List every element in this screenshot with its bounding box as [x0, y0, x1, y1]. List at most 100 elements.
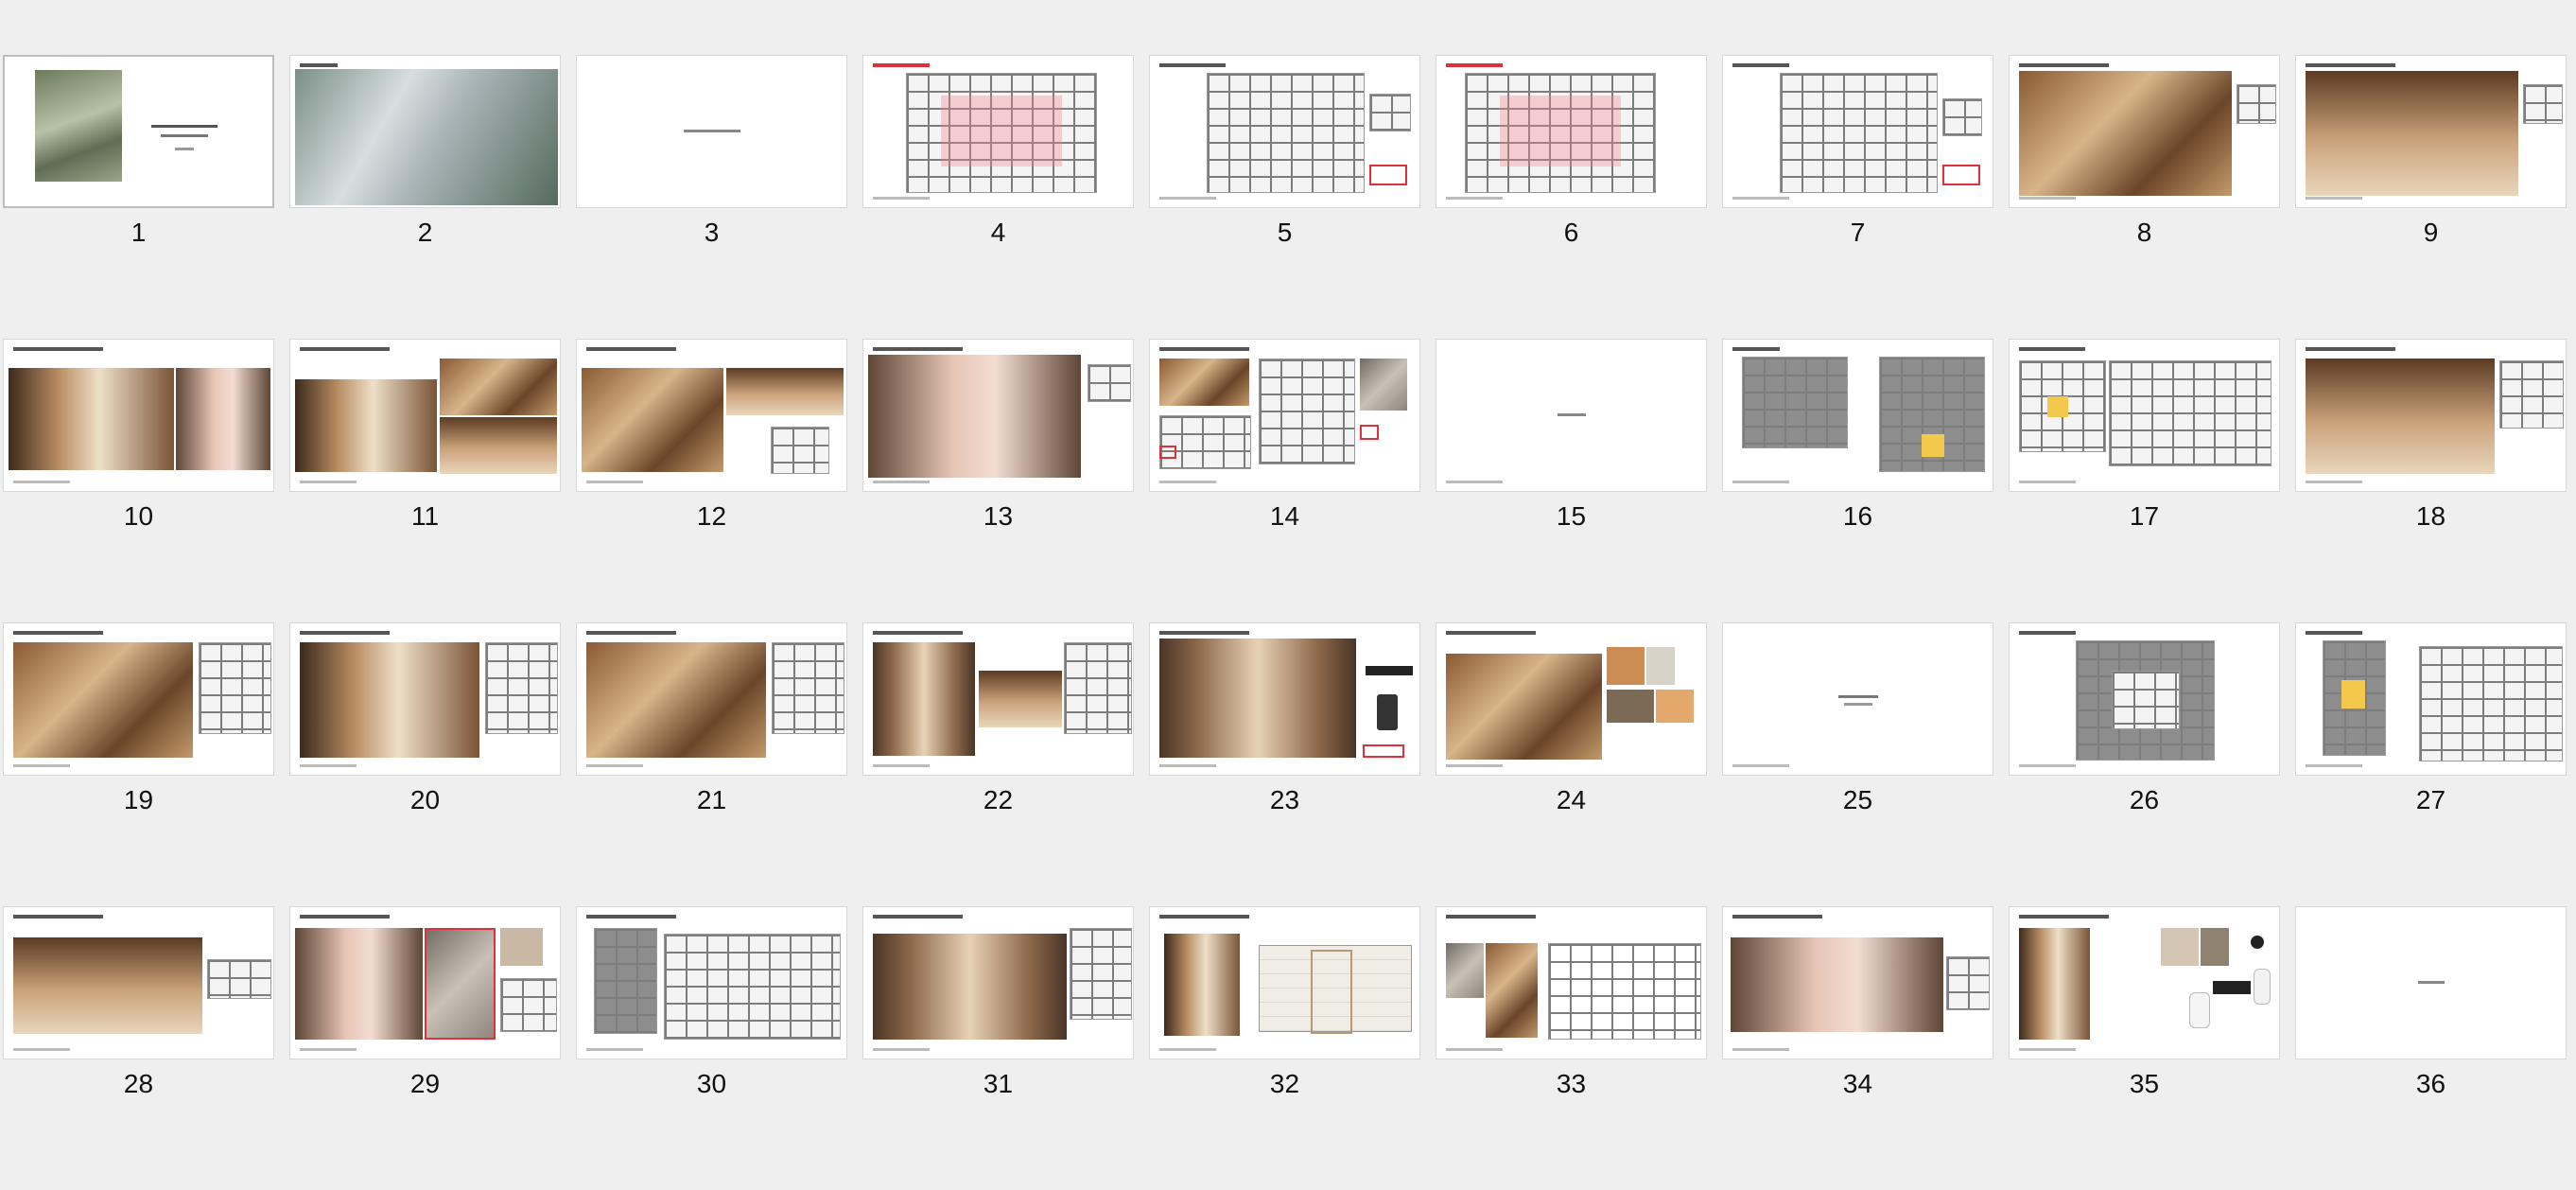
slide-number: 18: [2415, 501, 2446, 531]
slide-thumbnail-7[interactable]: 7: [1722, 55, 1993, 339]
slide-number: 34: [1842, 1069, 1873, 1098]
slide-thumbnail-22[interactable]: 22: [862, 622, 1134, 906]
slide-preview: [3, 339, 274, 492]
slide-number: 19: [123, 785, 154, 814]
slide-thumbnail-12[interactable]: 12: [576, 339, 847, 622]
slide-number: 36: [2415, 1069, 2446, 1098]
slide-thumbnail-26[interactable]: 26: [2009, 622, 2280, 906]
slide-number: 14: [1269, 501, 1300, 531]
slide-number: 24: [1556, 785, 1587, 814]
slide-number: 33: [1556, 1069, 1587, 1098]
slide-thumbnail-19[interactable]: 19: [3, 622, 274, 906]
slide-number: 3: [704, 218, 720, 247]
slide-preview: [289, 622, 561, 776]
slide-number: 8: [2136, 218, 2152, 247]
slide-number: 29: [409, 1069, 441, 1098]
slide-thumbnail-17[interactable]: 17: [2009, 339, 2280, 622]
slide-thumbnail-6[interactable]: 6: [1436, 55, 1707, 339]
slide-number: 26: [2129, 785, 2160, 814]
slide-number: 27: [2415, 785, 2446, 814]
slide-number: 1: [131, 218, 147, 247]
slide-number: 32: [1269, 1069, 1300, 1098]
slide-preview: [3, 55, 274, 208]
slide-thumbnail-36[interactable]: 36: [2295, 906, 2567, 1190]
slide-thumbnail-35[interactable]: 35: [2009, 906, 2280, 1190]
slide-preview: [2295, 339, 2567, 492]
slide-preview: [3, 906, 274, 1059]
slide-preview: [289, 906, 561, 1059]
slide-thumbnail-5[interactable]: 5: [1149, 55, 1420, 339]
slide-preview: [2295, 906, 2567, 1059]
slide-preview: [2009, 55, 2280, 208]
slide-thumbnail-25[interactable]: 25: [1722, 622, 1993, 906]
slide-number: 13: [983, 501, 1014, 531]
slide-thumbnail-31[interactable]: 31: [862, 906, 1134, 1190]
slide-number: 10: [123, 501, 154, 531]
slide-number: 4: [990, 218, 1006, 247]
slide-thumbnail-29[interactable]: 29: [289, 906, 561, 1190]
slide-preview: [576, 906, 847, 1059]
slide-thumbnail-15[interactable]: 15: [1436, 339, 1707, 622]
slide-preview: [862, 906, 1134, 1059]
slide-preview: [2009, 339, 2280, 492]
slide-thumbnail-9[interactable]: 9: [2295, 55, 2567, 339]
slide-number: 21: [696, 785, 727, 814]
slide-thumbnail-16[interactable]: 16: [1722, 339, 1993, 622]
slide-thumbnail-21[interactable]: 21: [576, 622, 847, 906]
slide-sorter-view: { "slides": [ {"number": "1"}, {"number"…: [0, 0, 2576, 1119]
slide-number: 9: [2423, 218, 2439, 247]
slide-preview: [2009, 622, 2280, 776]
slide-preview: [1436, 622, 1707, 776]
slide-thumbnail-10[interactable]: 10: [3, 339, 274, 622]
slide-thumbnail-20[interactable]: 20: [289, 622, 561, 906]
slide-number: 6: [1563, 218, 1579, 247]
slide-preview: [1722, 622, 1993, 776]
slide-preview: [1149, 622, 1420, 776]
slide-thumbnail-34[interactable]: 34: [1722, 906, 1993, 1190]
slide-thumbnail-24[interactable]: 24: [1436, 622, 1707, 906]
slide-preview: [1436, 55, 1707, 208]
slide-thumbnail-4[interactable]: 4: [862, 55, 1134, 339]
slide-thumbnail-33[interactable]: 33: [1436, 906, 1707, 1190]
slide-number: 5: [1277, 218, 1293, 247]
slide-number: 2: [417, 218, 433, 247]
slide-number: 25: [1842, 785, 1873, 814]
slide-preview: [576, 622, 847, 776]
slide-preview: [2009, 906, 2280, 1059]
slide-number: 23: [1269, 785, 1300, 814]
slide-thumbnail-30[interactable]: 30: [576, 906, 847, 1190]
slide-number: 20: [409, 785, 441, 814]
slide-thumbnail-18[interactable]: 18: [2295, 339, 2567, 622]
slide-thumbnail-27[interactable]: 27: [2295, 622, 2567, 906]
slide-preview: [576, 55, 847, 208]
slide-thumbnail-23[interactable]: 23: [1149, 622, 1420, 906]
slide-preview: [1149, 55, 1420, 208]
slide-thumbnail-2[interactable]: 2: [289, 55, 561, 339]
slide-thumbnail-8[interactable]: 8: [2009, 55, 2280, 339]
slide-number: 28: [123, 1069, 154, 1098]
slide-thumbnail-1[interactable]: 1: [3, 55, 274, 339]
slide-thumbnail-13[interactable]: 13: [862, 339, 1134, 622]
slide-thumbnail-32[interactable]: 32: [1149, 906, 1420, 1190]
slide-number: 31: [983, 1069, 1014, 1098]
slide-preview: [1436, 339, 1707, 492]
slide-preview: [1149, 339, 1420, 492]
slide-thumbnail-3[interactable]: 3: [576, 55, 847, 339]
slide-preview: [862, 339, 1134, 492]
slide-preview: [1722, 906, 1993, 1059]
slide-preview: [3, 622, 274, 776]
slide-thumbnail-11[interactable]: 11: [289, 339, 561, 622]
slide-preview: [862, 55, 1134, 208]
slide-number: 17: [2129, 501, 2160, 531]
slide-number: 35: [2129, 1069, 2160, 1098]
slide-thumbnail-14[interactable]: 14: [1149, 339, 1420, 622]
slide-preview: [576, 339, 847, 492]
slide-number: 16: [1842, 501, 1873, 531]
slide-preview: [2295, 55, 2567, 208]
slide-thumbnail-28[interactable]: 28: [3, 906, 274, 1190]
slide-preview: [289, 55, 561, 208]
slide-preview: [862, 622, 1134, 776]
slide-preview: [2295, 622, 2567, 776]
slide-number: 22: [983, 785, 1014, 814]
slide-preview: [1149, 906, 1420, 1059]
